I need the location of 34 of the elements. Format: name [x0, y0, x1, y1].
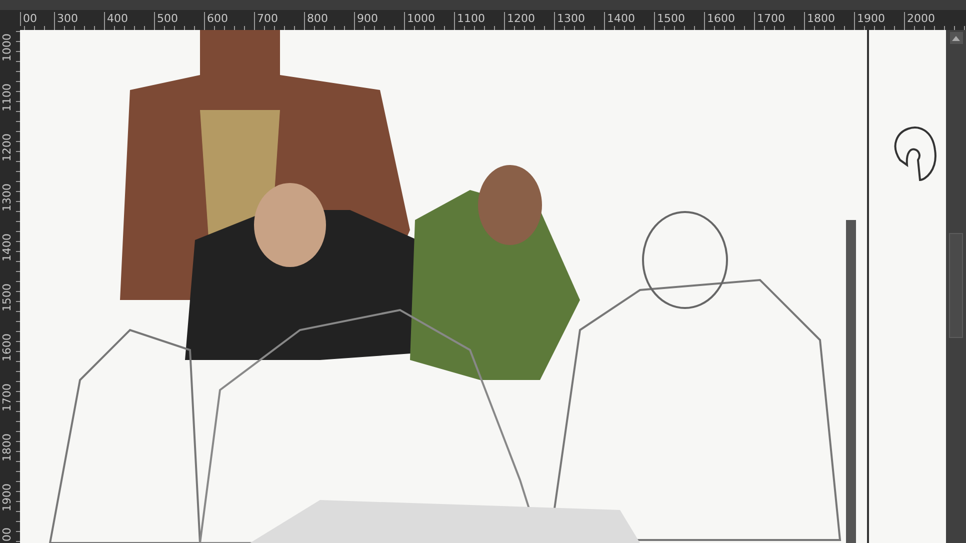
ruler-label: 400	[104, 12, 128, 26]
ruler-label: 2000	[904, 12, 935, 26]
ruler-label: 1600	[1, 332, 13, 362]
ruler-label: 1200	[1, 132, 13, 162]
ruler-label: 1100	[1, 82, 13, 112]
ruler-label: 1400	[604, 12, 635, 26]
ruler-label: 1100	[454, 12, 485, 26]
ruler-label: 00	[20, 12, 37, 26]
ruler-label: 1400	[1, 232, 13, 262]
ruler-label: 1700	[1, 382, 13, 412]
ruler-label: 1300	[1, 182, 13, 212]
ruler-label: 700	[254, 12, 278, 26]
ruler-label: 800	[304, 12, 328, 26]
ruler-label: 1800	[804, 12, 835, 26]
ruler-label: 1000	[404, 12, 435, 26]
scroll-thumb[interactable]	[949, 233, 963, 338]
ruler-label: 1500	[1, 282, 13, 312]
ruler-label: 1300	[554, 12, 585, 26]
ruler-label: 1600	[704, 12, 735, 26]
ruler-label: 1700	[754, 12, 785, 26]
ruler-label: 1500	[654, 12, 685, 26]
ruler-label: 500	[154, 12, 178, 26]
ruler-label: 600	[204, 12, 228, 26]
ruler-label: 1200	[504, 12, 535, 26]
ruler-label: 1900	[854, 12, 885, 26]
ruler-label: 1000	[1, 32, 13, 62]
scrollbar[interactable]	[946, 30, 966, 543]
ruler-label: 900	[354, 12, 378, 26]
ruler-label: 1800	[1, 432, 13, 462]
ruler-label: 1900	[1, 482, 13, 512]
scroll-up-button[interactable]	[950, 32, 962, 44]
up-arrow-icon	[952, 36, 960, 40]
ruler-label: 300	[54, 12, 78, 26]
ruler-label: 00	[1, 527, 13, 542]
